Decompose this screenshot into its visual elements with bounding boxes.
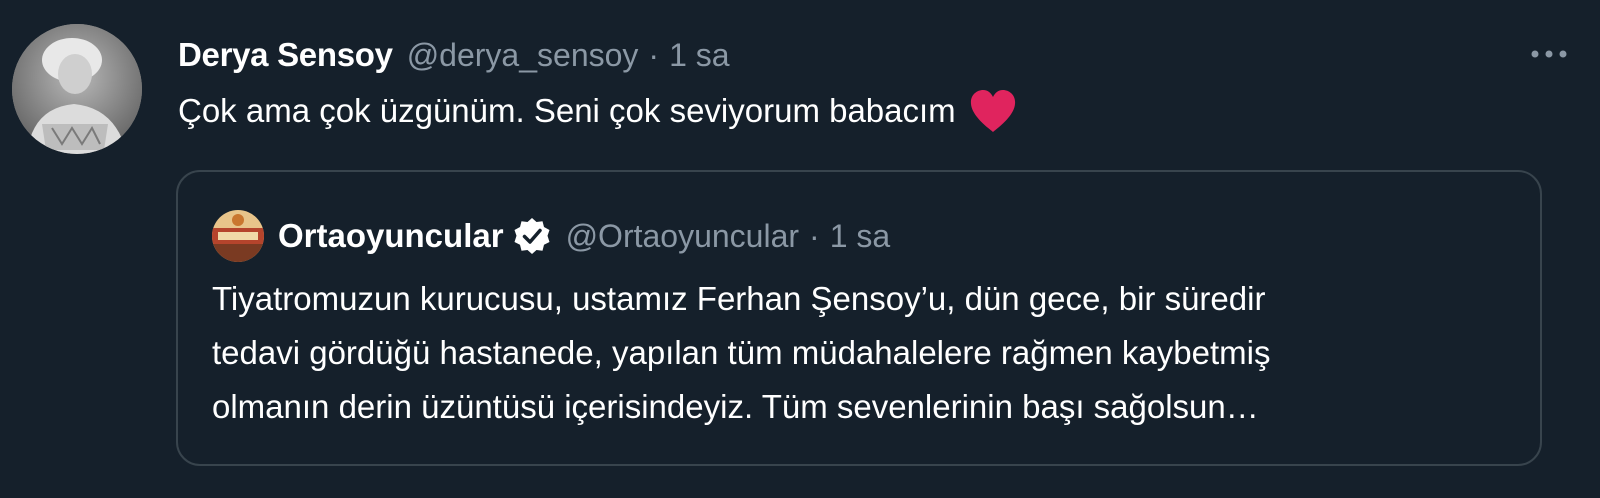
author-avatar[interactable] bbox=[12, 24, 142, 154]
separator-dot: · bbox=[648, 36, 660, 73]
quoted-author-name[interactable]: Ortaoyuncular bbox=[278, 217, 504, 255]
author-handle[interactable]: @derya_sensoy bbox=[407, 37, 639, 74]
more-options-button[interactable] bbox=[1526, 38, 1572, 70]
tweet-text: Çok ama çok üzgünüm. Seni çok seviyorum … bbox=[178, 86, 1018, 136]
verified-badge-icon bbox=[514, 218, 550, 254]
tweet[interactable]: Derya Sensoy @derya_sensoy · 1 sa Çok am… bbox=[0, 0, 1600, 498]
tweet-text-content: Çok ama çok üzgünüm. Seni çok seviyorum … bbox=[178, 92, 956, 129]
quoted-tweet-timestamp[interactable]: 1 sa bbox=[830, 218, 890, 255]
tweet-header: Derya Sensoy @derya_sensoy · 1 sa bbox=[178, 32, 730, 78]
quoted-author-avatar[interactable] bbox=[212, 210, 264, 262]
more-horizontal-icon bbox=[1531, 50, 1567, 58]
quoted-author-handle[interactable]: @Ortaoyuncular bbox=[566, 218, 799, 255]
quoted-tweet-header: Ortaoyuncular @Ortaoyuncular · 1 sa bbox=[212, 210, 890, 262]
author-name[interactable]: Derya Sensoy bbox=[178, 36, 393, 74]
quoted-tweet[interactable]: Ortaoyuncular @Ortaoyuncular · 1 sa Tiya… bbox=[176, 170, 1542, 466]
quoted-tweet-text: Tiyatromuzun kurucusu, ustamız Ferhan Şe… bbox=[212, 280, 1271, 425]
tweet-timestamp[interactable]: 1 sa bbox=[669, 37, 729, 74]
red-heart-emoji bbox=[970, 90, 1015, 132]
separator-dot: · bbox=[809, 217, 820, 254]
